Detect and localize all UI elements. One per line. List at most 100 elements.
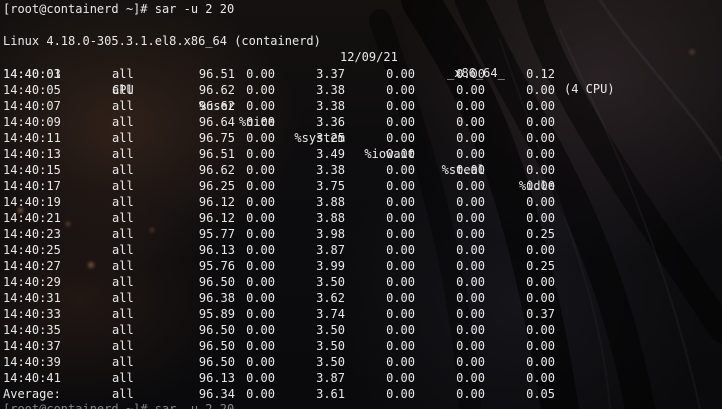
- cell-iowait: 0.00: [386, 211, 415, 225]
- cell-steal: 0.00: [456, 291, 485, 305]
- cell-time: 14:40:33: [3, 307, 61, 321]
- cell-idle: 0.25: [526, 259, 555, 273]
- terminal-window[interactable]: [root@containerd ~]# sar -u 2 20 Linux 4…: [0, 0, 722, 409]
- cell-nice: 0.00: [246, 179, 275, 193]
- cell-system: 3.74: [316, 307, 345, 321]
- cell-system: 3.75: [316, 179, 345, 193]
- cell-system: 3.88: [316, 211, 345, 225]
- cell-steal: 0.00: [456, 195, 485, 209]
- cell-idle: 0.00: [526, 323, 555, 337]
- cell-iowait: 0.00: [386, 67, 415, 81]
- cell-steal: 0.00: [456, 131, 485, 145]
- cell-time: 14:40:21: [3, 211, 61, 225]
- cell-idle: 0.05: [526, 387, 555, 401]
- cell-system: 3.50: [316, 339, 345, 353]
- cell-iowait: 0.00: [386, 99, 415, 113]
- cell-time: 14:40:09: [3, 115, 61, 129]
- cell-time: 14:40:39: [3, 355, 61, 369]
- cell-idle: 0.00: [526, 371, 555, 385]
- cell-nice: 0.00: [246, 227, 275, 241]
- cell-system: 3.50: [316, 275, 345, 289]
- cell-idle: 0.00: [526, 211, 555, 225]
- cell-idle: 0.00: [526, 163, 555, 177]
- cell-time: 14:40:19: [3, 195, 61, 209]
- cell-system: 3.38: [316, 99, 345, 113]
- cell-steal: 0.00: [456, 275, 485, 289]
- cell-idle: 0.00: [526, 243, 555, 257]
- cell-steal: 0.00: [456, 211, 485, 225]
- cell-iowait: 0.00: [386, 307, 415, 321]
- cell-system: 3.38: [316, 83, 345, 97]
- cell-nice: 0.00: [246, 115, 275, 129]
- cell-system: 3.61: [316, 387, 345, 401]
- cell-idle: 0.00: [526, 195, 555, 209]
- cell-cpu: all: [112, 371, 134, 385]
- cell-idle: 0.00: [526, 179, 555, 193]
- cell-idle: 0.00: [526, 355, 555, 369]
- cell-idle: 0.37: [526, 307, 555, 321]
- sar-data-row: 14:40:23 all 95.77 0.00 3.98 0.00 0.00 0.25: [3, 226, 719, 242]
- sar-data-row: 14:40:11 all 96.75 0.00 3.25 0.00 0.00 0.00: [3, 130, 719, 146]
- cell-steal: 0.00: [456, 243, 485, 257]
- cell-system: 3.87: [316, 371, 345, 385]
- cell-idle: 0.00: [526, 291, 555, 305]
- cell-cpu: all: [112, 211, 134, 225]
- cell-cpu: all: [112, 147, 134, 161]
- cell-time: 14:40:05: [3, 83, 61, 97]
- cell-cpu: all: [112, 179, 134, 193]
- cell-time: 14:40:31: [3, 291, 61, 305]
- cell-iowait: 0.00: [386, 291, 415, 305]
- sar-data-row: 14:40:35 all 96.50 0.00 3.50 0.00 0.00 0.00: [3, 322, 719, 338]
- sar-data-row: 14:40:09 all 96.64 0.00 3.36 0.00 0.00 0.00: [3, 114, 719, 130]
- system-info-line: Linux 4.18.0-305.3.1.el8.x86_64 (contain…: [3, 17, 719, 96]
- sar-data-row: 14:40:13 all 96.51 0.00 3.49 0.00 0.00 0.00: [3, 146, 719, 162]
- cell-time: 14:40:11: [3, 131, 61, 145]
- cell-steal: 0.00: [456, 179, 485, 193]
- cell-nice: 0.00: [246, 243, 275, 257]
- cell-nice: 0.00: [246, 259, 275, 273]
- sar-data-row: 14:40:21 all 96.12 0.00 3.88 0.00 0.00 0.00: [3, 210, 719, 226]
- cell-nice: 0.00: [246, 291, 275, 305]
- cell-iowait: 0.00: [386, 227, 415, 241]
- cell-cpu: all: [112, 67, 134, 81]
- cell-cpu: all: [112, 259, 134, 273]
- cell-time: Average:: [3, 387, 61, 401]
- cell-time: 14:40:29: [3, 275, 61, 289]
- cell-iowait: 0.00: [386, 83, 415, 97]
- cell-time: 14:40:03: [3, 67, 61, 81]
- cell-nice: 0.00: [246, 387, 275, 401]
- cell-cpu: all: [112, 323, 134, 337]
- next-command-prompt: [root@containerd ~]# sar -u 2 20: [3, 402, 235, 409]
- cell-nice: 0.00: [246, 307, 275, 321]
- cell-time: 14:40:37: [3, 339, 61, 353]
- cell-idle: 0.00: [526, 147, 555, 161]
- cell-system: 3.38: [316, 163, 345, 177]
- cell-steal: 0.00: [456, 163, 485, 177]
- cell-iowait: 0.00: [386, 131, 415, 145]
- sar-data-row: 14:40:17 all 96.25 0.00 3.75 0.00 0.00 0.00: [3, 178, 719, 194]
- cell-iowait: 0.00: [386, 163, 415, 177]
- cell-system: 3.99: [316, 259, 345, 273]
- cell-idle: 0.00: [526, 131, 555, 145]
- cell-system: 3.25: [316, 131, 345, 145]
- sar-header-row: 14:40:01 CPU %user %nice %system %iowait…: [3, 50, 719, 193]
- cell-steal: 0.00: [456, 83, 485, 97]
- sar-data-row: 14:40:31 all 96.38 0.00 3.62 0.00 0.00 0.00: [3, 290, 719, 306]
- sar-data-row: 14:40:37 all 96.50 0.00 3.50 0.00 0.00 0.00: [3, 338, 719, 354]
- cell-nice: 0.00: [246, 211, 275, 225]
- cell-system: 3.50: [316, 355, 345, 369]
- cell-cpu: all: [112, 243, 134, 257]
- cell-iowait: 0.00: [386, 339, 415, 353]
- cell-steal: 0.00: [456, 147, 485, 161]
- cell-idle: 0.00: [526, 275, 555, 289]
- sar-data-row: 14:40:27 all 95.76 0.00 3.99 0.00 0.00 0.25: [3, 258, 719, 274]
- cell-nice: 0.00: [246, 323, 275, 337]
- command-prompt: [root@containerd ~]# sar -u 2 20: [3, 2, 235, 16]
- cell-iowait: 0.00: [386, 387, 415, 401]
- cell-nice: 0.00: [246, 371, 275, 385]
- cell-steal: 0.00: [456, 115, 485, 129]
- cell-time: 14:40:41: [3, 371, 61, 385]
- sar-data-row: 14:40:03 all 96.51 0.00 3.37 0.00 0.00 0.12: [3, 66, 719, 82]
- sar-data-row: 14:40:41 all 96.13 0.00 3.87 0.00 0.00 0.00: [3, 370, 719, 386]
- cell-idle: 0.00: [526, 339, 555, 353]
